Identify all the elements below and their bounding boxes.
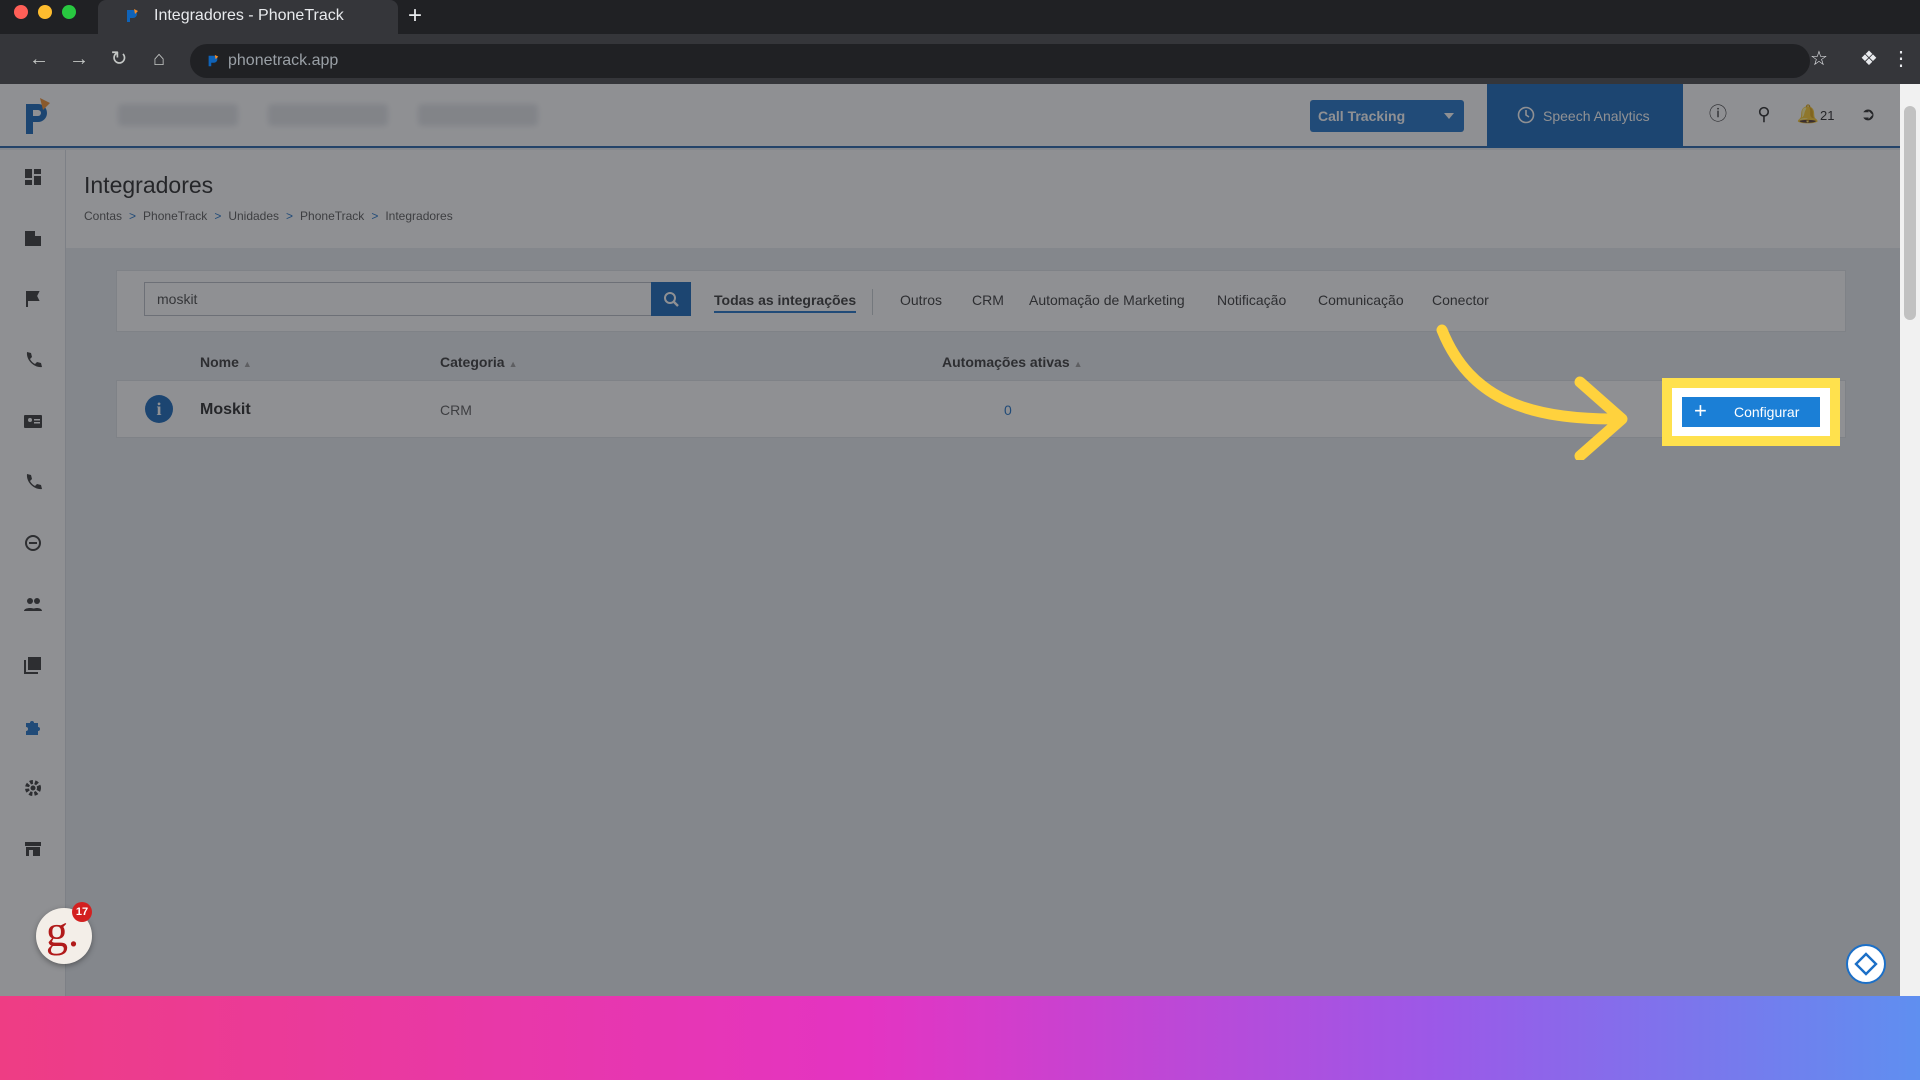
column-header-categoria[interactable]: Categoria ▲	[440, 354, 518, 370]
chevron-down-icon	[1444, 113, 1454, 119]
active-automations-count[interactable]: 0	[1004, 402, 1012, 418]
blurred-nav-item[interactable]	[118, 104, 238, 126]
chat-widget-button[interactable]	[1846, 944, 1886, 984]
tab-todas[interactable]: Todas as integrações	[714, 292, 857, 313]
site-icon	[208, 54, 219, 67]
speech-analytics-button[interactable]: Speech Analytics	[1487, 84, 1683, 148]
dashboard-icon[interactable]	[22, 166, 44, 188]
tab-outros[interactable]: Outros	[900, 292, 942, 308]
tab-conector[interactable]: Conector	[1432, 292, 1489, 308]
help-icon[interactable]: ⓘ	[1706, 102, 1730, 126]
scrollbar-thumb[interactable]	[1904, 106, 1916, 320]
puzzle-icon[interactable]	[22, 716, 44, 738]
bottom-gradient-band	[0, 996, 1920, 1080]
tab-crm[interactable]: CRM	[972, 292, 1004, 308]
breadcrumb-unidades[interactable]: Unidades	[228, 209, 279, 223]
phone-icon[interactable]	[22, 349, 44, 371]
info-icon: i	[145, 395, 173, 423]
configurar-label: Configurar	[1734, 404, 1800, 420]
breadcrumb-integradores: Integradores	[385, 209, 453, 223]
plus-icon: +	[1694, 398, 1707, 423]
column-header-nome[interactable]: Nome ▲	[200, 354, 252, 370]
product-select-label: Call Tracking	[1318, 108, 1406, 124]
library-icon[interactable]	[22, 654, 44, 676]
new-tab-button[interactable]: +	[408, 2, 422, 30]
logout-icon[interactable]: ➲	[1856, 102, 1880, 126]
app-topbar: Call Tracking Speech Analytics ⓘ ⚲ 🔔 21 …	[0, 84, 1900, 148]
tutorial-arrow-icon	[1436, 324, 1628, 460]
notification-count: 21	[1820, 108, 1835, 123]
column-header-automacoes[interactable]: Automações ativas ▲	[942, 354, 1083, 370]
bell-icon[interactable]: 🔔	[1796, 102, 1820, 126]
contact-card-icon[interactable]	[22, 410, 44, 432]
search-icon[interactable]: ⚲	[1752, 102, 1776, 126]
address-bar[interactable]	[190, 44, 1810, 78]
g-widget-button[interactable]: g. 17	[36, 902, 92, 964]
breadcrumb-phonetrack[interactable]: PhoneTrack	[143, 209, 207, 223]
tab-automacao-marketing[interactable]: Automação de Marketing	[1029, 292, 1185, 308]
breadcrumb-phonetrack-unit[interactable]: PhoneTrack	[300, 209, 364, 223]
browser-titlebar: Integradores - PhoneTrack +	[0, 0, 1920, 34]
integration-category: CRM	[440, 402, 472, 418]
tab-divider	[872, 289, 873, 315]
phonetrack-favicon-icon	[127, 9, 138, 22]
search-icon	[664, 292, 679, 307]
sort-icon: ▲	[242, 359, 252, 369]
gear-icon[interactable]	[22, 777, 44, 799]
app-viewport: Call Tracking Speech Analytics ⓘ ⚲ 🔔 21 …	[0, 84, 1920, 996]
forward-icon[interactable]: →	[66, 46, 92, 72]
product-select[interactable]: Call Tracking	[1310, 100, 1464, 132]
breadcrumb: Contas > PhoneTrack > Unidades > PhoneTrack > In…	[84, 209, 453, 223]
configurar-button[interactable]: + Configurar	[1682, 397, 1820, 427]
search-button[interactable]	[651, 282, 691, 316]
close-window-button[interactable]	[14, 5, 28, 19]
blurred-nav-item[interactable]	[418, 104, 538, 126]
search-input[interactable]	[144, 282, 652, 316]
reload-icon[interactable]: ↻	[106, 46, 132, 72]
url-text: phonetrack.app	[228, 52, 339, 69]
tab-notificacao[interactable]: Notificação	[1217, 292, 1286, 308]
users-icon[interactable]	[22, 593, 44, 615]
browser-menu-icon[interactable]: ⋮	[1888, 46, 1914, 72]
flag-icon[interactable]	[22, 288, 44, 310]
g-badge-count: 17	[72, 902, 92, 922]
call-icon[interactable]	[22, 471, 44, 493]
store-icon[interactable]	[22, 838, 44, 860]
minimize-window-button[interactable]	[38, 5, 52, 19]
speech-analytics-label: Speech Analytics	[1543, 108, 1650, 124]
sidebar	[0, 150, 66, 996]
extensions-icon[interactable]: ❖	[1856, 46, 1882, 72]
home-icon[interactable]: ⌂	[146, 46, 172, 72]
phonetrack-logo-icon[interactable]	[22, 96, 54, 136]
maximize-window-button[interactable]	[62, 5, 76, 19]
tab-comunicacao[interactable]: Comunicação	[1318, 292, 1404, 308]
page-title: Integradores	[84, 172, 214, 198]
back-icon[interactable]: ←	[26, 46, 52, 72]
sort-icon: ▲	[508, 359, 518, 369]
sort-icon: ▲	[1073, 359, 1083, 369]
breadcrumb-contas[interactable]: Contas	[84, 209, 122, 223]
analytics-icon[interactable]	[22, 532, 44, 554]
tab-title: Integradores - PhoneTrack	[154, 7, 344, 24]
integration-name: Moskit	[200, 401, 251, 418]
page-header	[66, 150, 1900, 248]
speech-analytics-icon	[1517, 106, 1535, 124]
chat-icon	[1854, 952, 1878, 976]
bookmark-star-icon[interactable]: ☆	[1806, 46, 1832, 72]
blurred-nav-item[interactable]	[268, 104, 388, 126]
building-icon[interactable]	[22, 227, 44, 249]
